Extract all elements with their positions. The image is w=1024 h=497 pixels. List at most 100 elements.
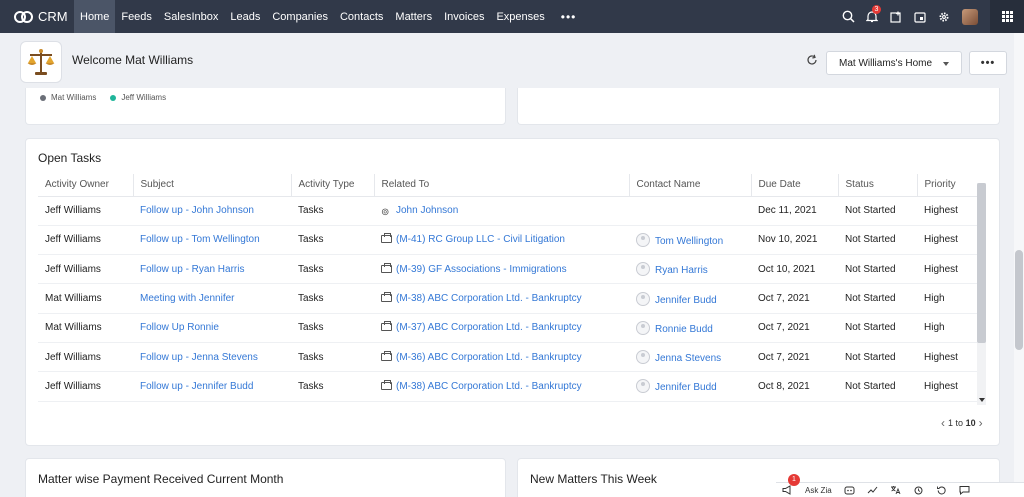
nav-tab-salesinbox[interactable]: SalesInbox	[158, 0, 224, 33]
contact-name-link[interactable]: Tom Wellington	[655, 236, 723, 247]
task-subject-link[interactable]: Follow up - Jenna Stevens	[140, 352, 258, 363]
related-to-link[interactable]: (M-38) ABC Corporation Ltd. - Bankruptcy	[396, 293, 582, 304]
ask-zia-button[interactable]: Ask Zia	[799, 483, 838, 497]
prev-page-icon[interactable]: ‹	[941, 416, 945, 430]
column-header[interactable]: Subject	[133, 174, 292, 197]
related-to-link-cell: (M-36) ABC Corporation Ltd. - Bankruptcy	[374, 342, 629, 373]
activity-owner: Jeff Williams	[45, 205, 101, 217]
search-icon[interactable]	[836, 0, 860, 33]
legend-dot-icon	[40, 94, 46, 101]
activity-owner: Jeff Williams	[45, 351, 101, 363]
nav-more-button[interactable]: •••	[551, 0, 587, 33]
contact-name-link[interactable]: Jennifer Budd	[655, 382, 717, 393]
activity-type-cell: Tasks	[291, 371, 374, 402]
related-to-link[interactable]: (M-39) GF Associations - Immigrations	[396, 264, 567, 275]
task-subject-link[interactable]: Follow up - Ryan Harris	[140, 264, 244, 275]
new-matters-title: New Matters This Week	[530, 472, 657, 486]
contact-avatar-icon	[636, 262, 650, 277]
next-page-icon[interactable]: ›	[979, 416, 983, 430]
translate-icon[interactable]	[884, 483, 907, 497]
nav-tab-home[interactable]: Home	[74, 0, 116, 33]
contact-name-link[interactable]: Ryan Harris	[655, 265, 708, 276]
table-row[interactable]: Mat Williams Follow Up Ronnie Tasks (M-37) …	[38, 313, 986, 343]
column-header[interactable]: Priority	[917, 174, 986, 197]
activity-owner: Mat Williams	[45, 322, 102, 334]
due-date: Oct 8, 2021	[758, 380, 810, 392]
contact-name-link-cell: Ronnie Budd	[629, 313, 751, 343]
user-avatar[interactable]	[962, 8, 978, 25]
related-to-link[interactable]: (M-38) ABC Corporation Ltd. - Bankruptcy	[396, 381, 582, 392]
activity-owner-cell: Jeff Williams	[38, 254, 133, 285]
open-tasks-table: Activity Owner Subject Activity Type Relate…	[38, 174, 986, 402]
related-to-link[interactable]: John Johnson	[396, 205, 458, 216]
legend-item[interactable]: Mat Williams	[40, 93, 96, 102]
task-status: Not Started	[845, 293, 896, 305]
table-row[interactable]: Jeff Williams Follow up - Tom Wellington T…	[38, 225, 986, 256]
activity-type: Tasks	[298, 322, 324, 334]
nav-tab-companies[interactable]: Companies	[266, 0, 334, 33]
app-name: CRM	[38, 9, 68, 24]
bell-icon[interactable]: 3	[860, 0, 884, 33]
column-header[interactable]: Related To	[374, 174, 630, 197]
nav-tab-feeds[interactable]: Feeds	[115, 0, 158, 33]
home-view-select[interactable]: Mat Williams's Home	[826, 51, 962, 75]
crm-logo[interactable]: CRM	[0, 0, 74, 33]
related-to-link[interactable]: (M-36) ABC Corporation Ltd. - Bankruptcy	[396, 352, 582, 363]
related-to-link[interactable]: (M-41) RC Group LLC - Civil Litigation	[396, 234, 565, 245]
task-subject-link[interactable]: Follow up - John Johnson	[140, 205, 254, 216]
table-row[interactable]: Jeff Williams Follow up - Ryan Harris Task…	[38, 254, 986, 285]
nav-tab-expenses[interactable]: Expenses	[490, 0, 550, 33]
task-subject-link[interactable]: Follow up - Tom Wellington	[140, 234, 260, 245]
task-subject-link[interactable]: Meeting with Jennifer	[140, 293, 235, 304]
nav-tab-contacts[interactable]: Contacts	[334, 0, 389, 33]
contact-avatar-icon	[636, 379, 650, 394]
gear-icon[interactable]	[932, 0, 956, 33]
contact-name-link[interactable]: Ronnie Budd	[655, 324, 713, 335]
contact-name-link[interactable]: Jennifer Budd	[655, 295, 717, 306]
contact-name-link[interactable]: Jenna Stevens	[655, 353, 721, 364]
due-date: Oct 7, 2021	[758, 322, 810, 334]
legend-label: Jeff Williams	[121, 93, 167, 102]
contact-name-link-cell: Jenna Stevens	[629, 342, 751, 373]
table-row[interactable]: Mat Williams Meeting with Jennifer Tasks (M…	[38, 283, 986, 314]
due-date: Nov 10, 2021	[758, 234, 818, 246]
refresh-icon[interactable]	[806, 54, 818, 69]
contact-record-icon: ⊚	[381, 206, 390, 218]
nav-tab-leads[interactable]: Leads	[224, 0, 266, 33]
more-options-button[interactable]: •••	[969, 51, 1007, 75]
task-subject-link[interactable]: Follow Up Ronnie	[140, 322, 219, 333]
related-to-link[interactable]: (M-37) ABC Corporation Ltd. - Bankruptcy	[396, 322, 582, 333]
page-scrollbar-thumb[interactable]	[1015, 250, 1023, 350]
activity-type: Tasks	[298, 293, 324, 305]
column-header[interactable]: Due Date	[751, 174, 839, 197]
column-header[interactable]: Activity Type	[291, 174, 375, 197]
table-row[interactable]: Jeff Williams Follow up - Jenna Stevens Ta…	[38, 342, 986, 373]
nav-tab-invoices[interactable]: Invoices	[438, 0, 490, 33]
task-subject-link[interactable]: Follow up - Jennifer Budd	[140, 381, 253, 392]
history-icon[interactable]	[930, 483, 953, 497]
apps-grid-icon[interactable]	[990, 0, 1024, 33]
calendar-icon[interactable]	[908, 0, 932, 33]
activity-type-cell: Tasks	[291, 196, 374, 226]
task-priority-cell: High	[917, 313, 986, 343]
task-priority-cell: Highest	[917, 342, 986, 373]
column-header[interactable]: Status	[838, 174, 918, 197]
activity-icon[interactable]	[861, 483, 884, 497]
nav-right-tools: 3	[836, 0, 1024, 33]
zia-bot-icon[interactable]	[838, 483, 861, 497]
announcement-icon[interactable]: 1	[776, 473, 800, 497]
column-header[interactable]: Activity Owner	[38, 174, 134, 197]
top-nav: CRM Home Feeds SalesInbox Leads Companies Con…	[0, 0, 1024, 33]
add-record-icon[interactable]	[884, 0, 908, 33]
column-header[interactable]: Contact Name	[629, 174, 752, 197]
table-row[interactable]: Jeff Williams Follow up - Jennifer Budd Ta…	[38, 371, 986, 402]
table-scrollbar-thumb[interactable]	[977, 183, 986, 343]
alarm-clock-icon[interactable]	[907, 483, 930, 497]
scroll-down-arrow-icon[interactable]	[979, 398, 985, 402]
chat-icon[interactable]	[953, 483, 976, 497]
legend-item[interactable]: Jeff Williams	[110, 93, 166, 102]
table-row[interactable]: Jeff Williams Follow up - John Johnson Tas…	[38, 196, 986, 226]
task-status: Not Started	[845, 205, 896, 217]
nav-tab-matters[interactable]: Matters	[389, 0, 438, 33]
task-status-cell: Not Started	[838, 371, 917, 402]
